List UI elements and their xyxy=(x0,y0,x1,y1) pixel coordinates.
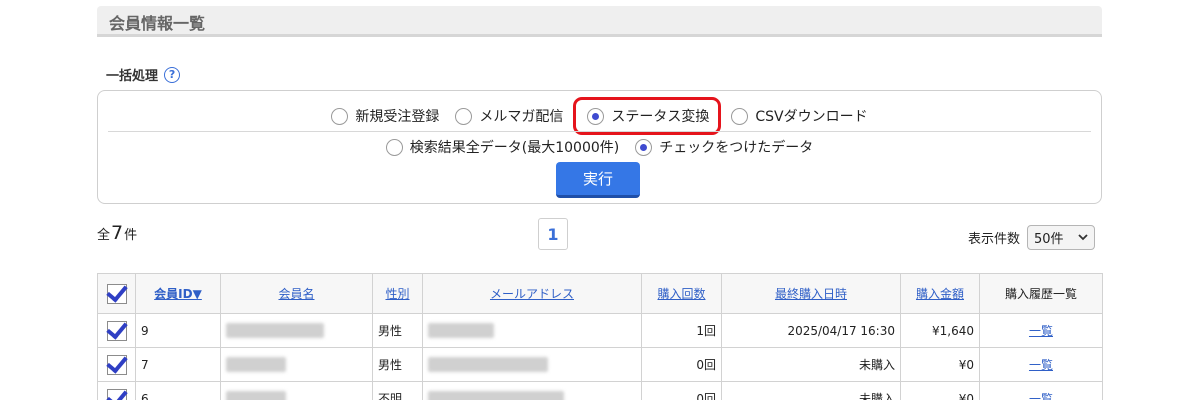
sort-last-purchase-link[interactable]: 最終購入日時 xyxy=(775,287,847,301)
amount-cell: ¥0 xyxy=(900,347,980,382)
bulk-operations-label: 一括処理 ? xyxy=(106,65,181,84)
email-cell xyxy=(422,347,642,382)
radio-label: 検索結果全データ(最大10000件) xyxy=(409,140,620,156)
gender-cell: 男性 xyxy=(372,347,423,382)
purchase-count-cell: 0回 xyxy=(641,347,722,382)
amount-cell: ¥1,640 xyxy=(900,313,980,348)
radio-button-icon[interactable] xyxy=(331,107,349,125)
member-name-cell xyxy=(220,347,373,382)
radio-label: チェックをつけたデータ xyxy=(659,140,814,156)
per-page-value: 50件 xyxy=(1034,232,1064,247)
radio-status-change[interactable]: ステータス変換 xyxy=(573,97,722,135)
radio-all-results[interactable]: 検索結果全データ(最大10000件) xyxy=(385,137,620,157)
header-amount: 購入金額 xyxy=(900,273,980,314)
redacted-email xyxy=(428,391,564,400)
header-gender: 性別 xyxy=(372,273,423,314)
last-purchase-cell: 2025/04/17 16:30 xyxy=(721,313,901,348)
total-prefix: 全 xyxy=(97,228,111,243)
header-email: メールアドレス xyxy=(422,273,642,314)
sort-amount-link[interactable]: 購入金額 xyxy=(916,287,964,301)
panel-divider xyxy=(108,131,1091,132)
row-checkbox[interactable] xyxy=(107,320,127,341)
header-last-purchase: 最終購入日時 xyxy=(721,273,901,314)
radio-checked-data[interactable]: チェックをつけたデータ xyxy=(635,137,813,157)
select-all-checkbox[interactable] xyxy=(106,283,127,304)
radio-csv-download[interactable]: CSVダウンロード xyxy=(731,106,868,126)
history-cell: 一覧 xyxy=(979,313,1103,348)
header-name: 会員名 xyxy=(220,273,373,314)
bulk-operations-panel: 新規受注登録 メルマガ配信 ステータス変換 CSVダウンロード 検索結果全データ… xyxy=(97,90,1102,204)
header-purchase-count: 購入回数 xyxy=(641,273,722,314)
sort-purchase-count-link[interactable]: 購入回数 xyxy=(657,287,705,301)
radio-button-selected-icon[interactable] xyxy=(635,138,653,156)
sort-name-link[interactable]: 会員名 xyxy=(278,287,314,301)
member-id-cell: 6 xyxy=(135,381,221,400)
total-suffix: 件 xyxy=(124,228,138,243)
member-id-cell: 9 xyxy=(135,313,221,348)
help-icon[interactable]: ? xyxy=(164,66,181,83)
history-link[interactable]: 一覧 xyxy=(1029,358,1053,372)
member-id-cell: 7 xyxy=(135,347,221,382)
chevron-down-icon xyxy=(1078,234,1088,241)
member-name-cell xyxy=(220,313,373,348)
pagination-page-button[interactable]: 1 xyxy=(538,218,568,250)
page-title: 会員情報一覧 xyxy=(109,14,206,33)
gender-cell: 不明 xyxy=(372,381,423,400)
history-cell: 一覧 xyxy=(979,347,1103,382)
redacted-name xyxy=(226,391,286,400)
redacted-name xyxy=(226,357,286,372)
radio-button-icon[interactable] xyxy=(385,138,403,156)
radio-button-selected-icon[interactable] xyxy=(587,107,605,125)
sort-email-link[interactable]: メールアドレス xyxy=(490,287,574,301)
execute-button[interactable]: 実行 xyxy=(556,162,640,198)
table-row: 6 不明 0回 未購入 ¥0 一覧 xyxy=(97,381,1103,400)
table-row: 7 男性 0回 未購入 ¥0 一覧 xyxy=(97,347,1103,382)
target-radio-group: 検索結果全データ(最大10000件) チェックをつけたデータ xyxy=(98,136,1101,158)
bulk-label-text: 一括処理 xyxy=(106,69,159,84)
radio-button-icon[interactable] xyxy=(731,107,749,125)
sort-gender-link[interactable]: 性別 xyxy=(385,287,409,301)
operation-radio-group: 新規受注登録 メルマガ配信 ステータス変換 CSVダウンロード xyxy=(98,97,1101,135)
table-row: 9 男性 1回 2025/04/17 16:30 ¥1,640 一覧 xyxy=(97,313,1103,348)
per-page-control: 表示件数 50件 xyxy=(968,225,1096,250)
select-all-cell xyxy=(97,273,136,314)
radio-new-order[interactable]: 新規受注登録 xyxy=(331,106,439,126)
radio-button-icon[interactable] xyxy=(455,107,473,125)
purchase-count-cell: 0回 xyxy=(641,381,722,400)
row-checkbox-cell xyxy=(97,381,136,400)
last-purchase-cell: 未購入 xyxy=(721,347,901,382)
per-page-label: 表示件数 xyxy=(968,232,1021,247)
member-name-cell xyxy=(220,381,373,400)
redacted-name xyxy=(226,323,324,338)
per-page-select[interactable]: 50件 xyxy=(1027,225,1096,250)
header-history: 購入履歴一覧 xyxy=(979,273,1103,314)
radio-label: 新規受注登録 xyxy=(355,109,440,125)
row-checkbox-cell xyxy=(97,313,136,348)
email-cell xyxy=(422,381,642,400)
header-member-id: 会員ID▼ xyxy=(135,273,221,314)
row-checkbox[interactable] xyxy=(107,388,127,400)
email-cell xyxy=(422,313,642,348)
redacted-email xyxy=(428,357,548,372)
amount-cell: ¥0 xyxy=(900,381,980,400)
row-checkbox[interactable] xyxy=(107,354,127,375)
table-header-row: 会員ID▼ 会員名 性別 メールアドレス 購入回数 最終購入日時 購入金額 購入… xyxy=(97,273,1103,314)
total-number: 7 xyxy=(111,222,124,244)
radio-label: CSVダウンロード xyxy=(755,109,868,125)
radio-label: ステータス変換 xyxy=(611,109,710,125)
sort-member-id-link[interactable]: 会員ID▼ xyxy=(154,287,202,301)
last-purchase-cell: 未購入 xyxy=(721,381,901,400)
radio-label: メルマガ配信 xyxy=(479,109,564,125)
member-table: 会員ID▼ 会員名 性別 メールアドレス 購入回数 最終購入日時 購入金額 購入… xyxy=(97,273,1103,400)
gender-cell: 男性 xyxy=(372,313,423,348)
total-count: 全 7 件 xyxy=(97,222,137,244)
page-title-bar: 会員情報一覧 xyxy=(97,6,1102,37)
radio-mail-magazine[interactable]: メルマガ配信 xyxy=(455,106,563,126)
history-cell: 一覧 xyxy=(979,381,1103,400)
history-link[interactable]: 一覧 xyxy=(1029,324,1053,338)
redacted-email xyxy=(428,323,494,338)
history-link[interactable]: 一覧 xyxy=(1029,392,1053,400)
row-checkbox-cell xyxy=(97,347,136,382)
purchase-count-cell: 1回 xyxy=(641,313,722,348)
